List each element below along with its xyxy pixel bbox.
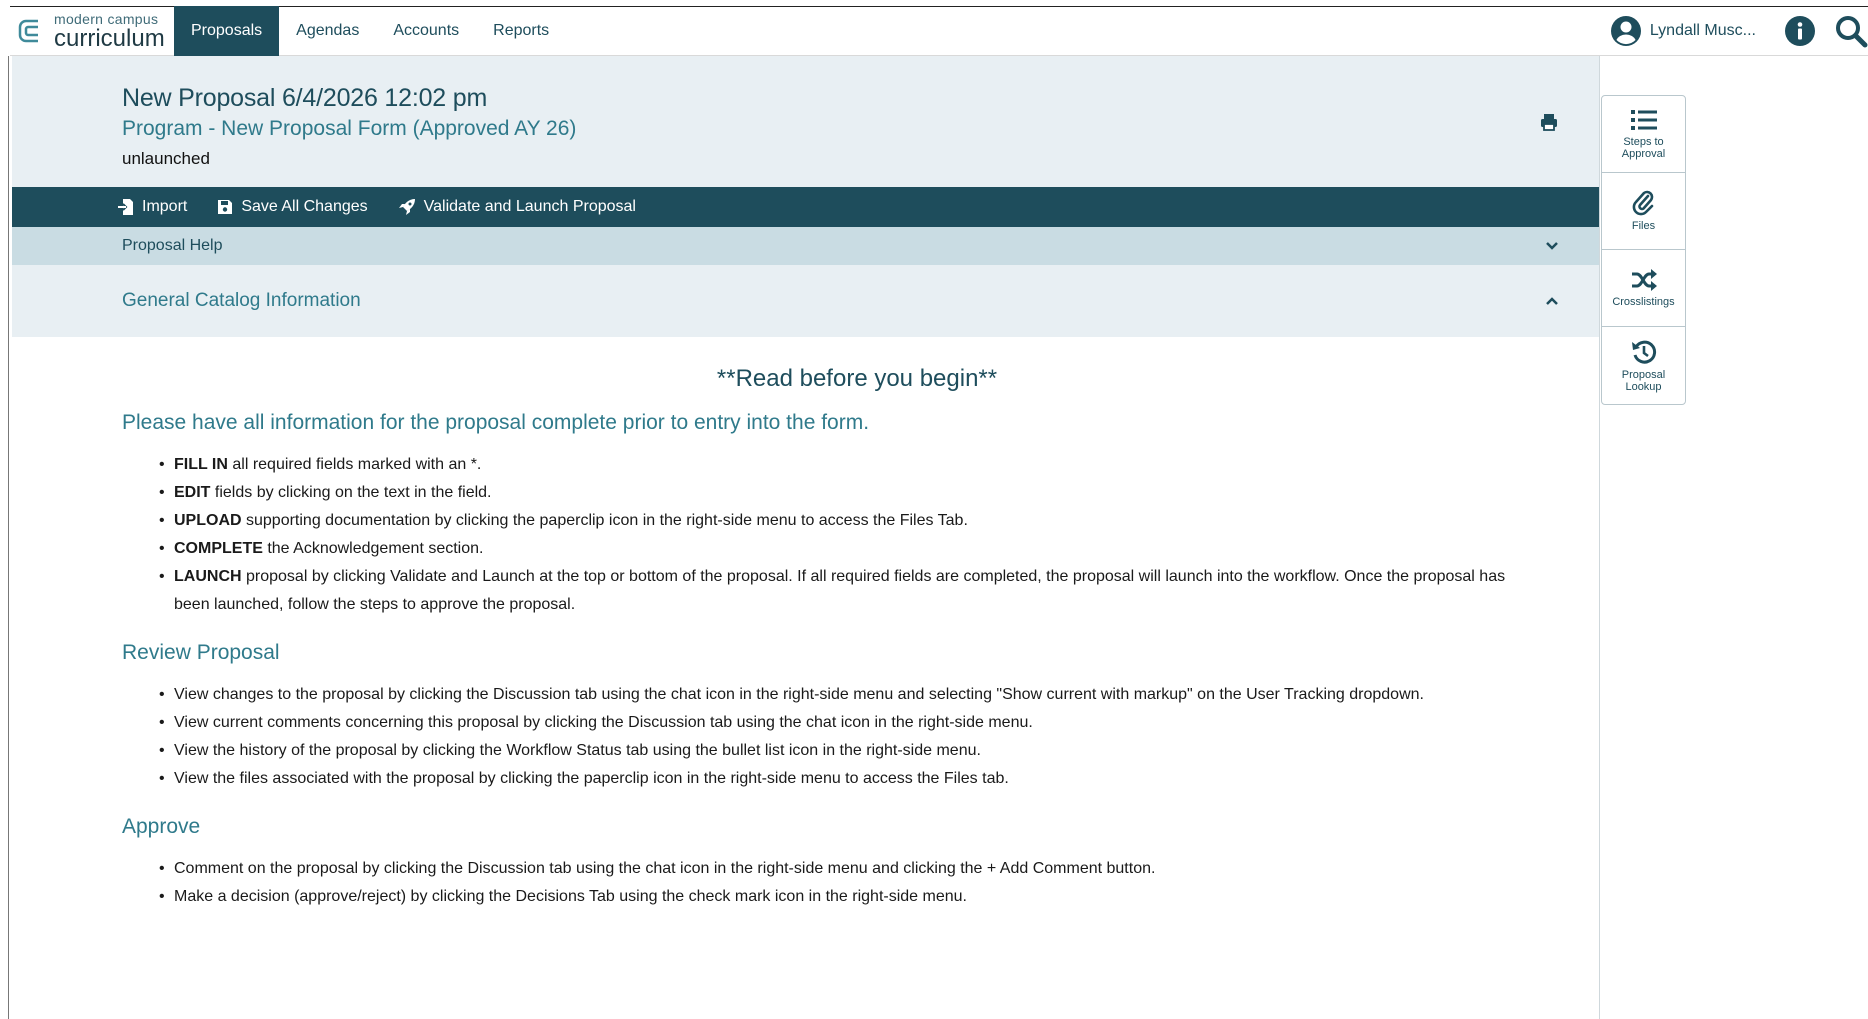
proposal-lookup-button[interactable]: Proposal Lookup — [1602, 327, 1685, 404]
rocket-icon — [398, 199, 415, 215]
search-button[interactable] — [1834, 14, 1868, 48]
top-navigation: modern campus curriculum Proposals Agend… — [10, 6, 1868, 56]
list-item: Comment on the proposal by clicking the … — [159, 855, 1512, 883]
save-all-label: Save All Changes — [241, 198, 368, 215]
info-button[interactable] — [1784, 15, 1816, 47]
logo[interactable]: modern campus curriculum — [10, 6, 174, 56]
intro-heading: Please have all information for the prop… — [122, 411, 870, 434]
info-icon — [1785, 16, 1815, 46]
chevron-up-icon — [1546, 297, 1558, 305]
proposal-lookup-label: Proposal Lookup — [1621, 368, 1666, 393]
import-icon — [118, 199, 133, 215]
list-item: UPLOAD supporting documentation by click… — [159, 507, 1512, 535]
search-icon — [1836, 16, 1868, 48]
list-item: View current comments concerning this pr… — [159, 709, 1512, 737]
read-before-title: **Read before you begin** — [716, 365, 998, 392]
proposal-toolbar: Import Save All Changes Validate and Lau… — [12, 187, 1599, 227]
files-button[interactable]: Files — [1602, 173, 1685, 250]
review-heading: Review Proposal — [122, 641, 280, 664]
list-item: Make a decision (approve/reject) by clic… — [159, 883, 1512, 911]
crosslistings-button[interactable]: Crosslistings — [1602, 250, 1685, 327]
user-menu[interactable]: Lyndall Musc... — [1610, 15, 1756, 47]
list-item: LAUNCH proposal by clicking Validate and… — [159, 563, 1512, 619]
list-item: COMPLETE the Acknowledgement section. — [159, 535, 1512, 563]
section-title: General Catalog Information — [122, 290, 361, 311]
save-all-button[interactable]: Save All Changes — [217, 198, 368, 216]
chevron-down-icon — [1546, 242, 1558, 250]
proposal-main: New Proposal 6/4/2026 12:02 pm Program -… — [12, 56, 1600, 1019]
nav-accounts[interactable]: Accounts — [376, 6, 476, 56]
nav-agendas[interactable]: Agendas — [279, 6, 376, 56]
list-item: EDIT fields by clicking on the text in t… — [159, 479, 1512, 507]
nav-reports[interactable]: Reports — [476, 6, 566, 56]
files-label: Files — [1631, 220, 1656, 232]
review-list: View changes to the proposal by clicking… — [122, 681, 1512, 793]
list-item: View the history of the proposal by clic… — [159, 737, 1512, 765]
list-item: View the files associated with the propo… — [159, 765, 1512, 793]
validate-launch-label: Validate and Launch Proposal — [423, 198, 636, 215]
save-icon — [218, 200, 233, 214]
list-item: FILL IN all required fields marked with … — [159, 451, 1512, 479]
general-catalog-section-toggle[interactable]: General Catalog Information — [12, 265, 1599, 337]
validate-launch-button[interactable]: Validate and Launch Proposal — [398, 198, 636, 216]
proposal-help-toggle[interactable]: Proposal Help — [12, 227, 1599, 265]
user-name: Lyndall Musc... — [1649, 22, 1756, 39]
import-button[interactable]: Import — [118, 198, 187, 216]
proposal-help-label: Proposal Help — [122, 237, 223, 254]
user-avatar-icon — [1610, 16, 1641, 46]
approve-heading: Approve — [122, 815, 201, 838]
list-item: View changes to the proposal by clicking… — [159, 681, 1512, 709]
proposal-form-name: Program - New Proposal Form (Approved AY… — [122, 117, 577, 140]
proposal-header: New Proposal 6/4/2026 12:02 pm Program -… — [12, 56, 1599, 187]
import-label: Import — [142, 198, 188, 215]
instructions-content: **Read before you begin** Please have al… — [12, 337, 1512, 911]
print-icon — [1541, 114, 1557, 131]
steps-to-approval-label: Steps to Approval — [1621, 136, 1666, 160]
logo-big-text: curriculum — [54, 24, 165, 52]
print-button[interactable] — [1539, 112, 1559, 137]
steps-list: FILL IN all required fields marked with … — [122, 451, 1512, 619]
paperclip-icon — [1632, 190, 1653, 216]
right-side-menu: Steps to Approval Files Crosslistings Pr… — [1601, 95, 1686, 405]
list-icon — [1630, 110, 1657, 130]
history-icon — [1631, 340, 1656, 364]
page-title: New Proposal 6/4/2026 12:02 pm — [122, 84, 488, 112]
steps-to-approval-button[interactable]: Steps to Approval — [1602, 96, 1685, 173]
approve-list: Comment on the proposal by clicking the … — [122, 855, 1512, 911]
crosslistings-label: Crosslistings — [1612, 296, 1675, 308]
shuffle-icon — [1631, 269, 1657, 291]
logo-mark-icon — [18, 19, 38, 43]
proposal-status: unlaunched — [122, 149, 210, 168]
nav-proposals[interactable]: Proposals — [174, 6, 280, 56]
logo-small-text: modern campus — [54, 10, 159, 27]
main-nav: Proposals Agendas Accounts Reports — [174, 6, 566, 56]
